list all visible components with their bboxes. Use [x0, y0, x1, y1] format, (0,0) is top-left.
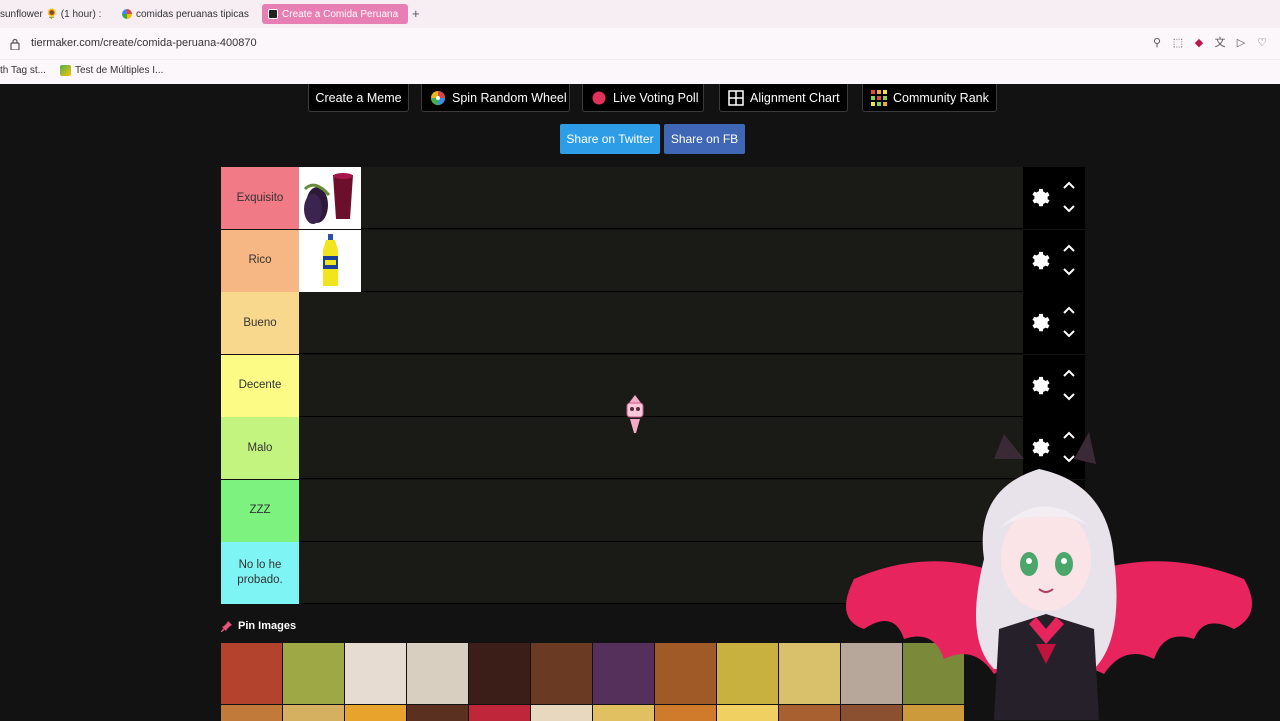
address-bar: tiermaker.com/create/comida-peruana-4008…	[0, 28, 1280, 60]
chevron-down-icon[interactable]	[1062, 392, 1076, 402]
pin-icon[interactable]	[221, 620, 233, 632]
tier-row: Decente	[221, 354, 1085, 417]
tab-label: Create a Comida Peruana	[282, 8, 399, 20]
button-label: Create a Meme	[315, 90, 402, 105]
pool-food-image[interactable]	[345, 643, 406, 704]
tier-drop-zone[interactable]	[299, 229, 1023, 292]
tab-label: sunflower 🌻 (1 hour) :	[0, 8, 102, 20]
browser-tab[interactable]: comidas peruanas tipicas	[116, 4, 256, 24]
translate-icon[interactable]: 文	[1214, 37, 1226, 49]
pocket-icon[interactable]: ◆	[1193, 37, 1205, 49]
tier-drop-zone[interactable]	[299, 355, 1023, 417]
chevron-down-icon[interactable]	[1062, 267, 1076, 277]
chevron-up-icon[interactable]	[1062, 368, 1076, 378]
heart-icon[interactable]: ♡	[1256, 37, 1268, 49]
chevron-up-icon[interactable]	[1062, 305, 1076, 315]
browser-tab[interactable]: sunflower 🌻 (1 hour) :	[0, 4, 106, 24]
bookmark-label: th Tag st...	[0, 65, 46, 76]
tier-label[interactable]: Malo	[221, 417, 299, 479]
tier-controls	[1023, 292, 1085, 354]
pin-images-header: Pin Images	[221, 620, 296, 632]
tier-controls	[1023, 229, 1085, 292]
voting-poll-button[interactable]: Live Voting Poll	[582, 84, 704, 112]
bookmark-label: Test de Múltiples I...	[75, 65, 164, 76]
chevron-down-icon[interactable]	[1062, 204, 1076, 214]
poll-dot-icon	[592, 91, 606, 104]
pool-food-image[interactable]	[717, 705, 778, 721]
pool-food-image[interactable]	[407, 643, 468, 704]
tier-drop-zone[interactable]	[299, 292, 1023, 354]
tab-label: comidas peruanas tipicas	[136, 8, 249, 20]
pool-food-image[interactable]	[407, 705, 468, 721]
button-label: Spin Random Wheel	[452, 90, 567, 105]
tier-label[interactable]: No lo he probado.	[221, 542, 299, 604]
create-meme-button[interactable]: Create a Meme	[308, 84, 409, 112]
play-icon[interactable]: ▷	[1235, 37, 1247, 49]
browser-tab-active[interactable]: Create a Comida Peruana	[262, 4, 408, 24]
button-label: Alignment Chart	[750, 90, 840, 105]
pool-food-image[interactable]	[283, 643, 344, 704]
new-tab-button[interactable]: +	[412, 6, 420, 21]
alignment-chart-button[interactable]: Alignment Chart	[719, 84, 848, 112]
pool-food-image[interactable]	[655, 705, 716, 721]
pool-food-image[interactable]	[221, 643, 282, 704]
bookmark-item[interactable]: th Tag st...	[0, 65, 46, 76]
bookmark-item[interactable]: Test de Múltiples I...	[60, 65, 163, 76]
pool-food-image[interactable]	[593, 643, 654, 704]
spin-wheel-button[interactable]: Spin Random Wheel	[421, 84, 570, 112]
mouse-cursor-sprite	[626, 395, 644, 433]
button-label: Live Voting Poll	[613, 90, 699, 105]
share-twitter-button[interactable]: Share on Twitter	[560, 124, 660, 154]
pool-food-image[interactable]	[593, 705, 654, 721]
rank-grid-icon	[871, 89, 887, 106]
share-facebook-button[interactable]: Share on FB	[664, 124, 745, 154]
community-rank-button[interactable]: Community Rank	[862, 84, 997, 112]
tier-controls	[1023, 354, 1085, 417]
chicha-morada-image[interactable]	[299, 167, 361, 229]
tier-row: Exquisito	[221, 167, 1085, 229]
bookmarks-bar: th Tag st... Test de Múltiples I...	[0, 60, 1280, 84]
tier-controls	[1023, 167, 1085, 229]
pool-food-image[interactable]	[531, 643, 592, 704]
pool-food-image[interactable]	[469, 705, 530, 721]
grid-icon	[728, 89, 744, 106]
tier-label[interactable]: Rico	[221, 229, 299, 292]
screenshot-icon[interactable]: ⬚	[1172, 37, 1184, 49]
tier-label[interactable]: Bueno	[221, 292, 299, 354]
pool-food-image[interactable]	[531, 705, 592, 721]
tiermaker-icon	[268, 9, 278, 19]
gear-icon[interactable]	[1028, 250, 1050, 272]
gear-icon[interactable]	[1028, 375, 1050, 397]
tier-label[interactable]: Exquisito	[221, 167, 299, 229]
pool-food-image[interactable]	[283, 705, 344, 721]
bookmark-favicon	[60, 65, 71, 76]
chevron-down-icon[interactable]	[1062, 329, 1076, 339]
button-label: Community Rank	[893, 90, 989, 105]
vtuber-avatar	[846, 432, 1252, 720]
pool-food-image[interactable]	[717, 643, 778, 704]
pin-tab-icon[interactable]: ⚲	[1151, 37, 1163, 49]
gear-icon[interactable]	[1028, 187, 1050, 209]
wheel-icon	[431, 90, 445, 105]
google-icon	[122, 9, 132, 19]
pool-food-image[interactable]	[469, 643, 530, 704]
pool-food-image[interactable]	[345, 705, 406, 721]
tier-label[interactable]: Decente	[221, 354, 299, 417]
lock-icon[interactable]	[10, 38, 20, 50]
gear-icon[interactable]	[1028, 312, 1050, 334]
url-text[interactable]: tiermaker.com/create/comida-peruana-4008…	[31, 37, 257, 49]
chevron-up-icon[interactable]	[1062, 180, 1076, 190]
pool-food-image[interactable]	[655, 643, 716, 704]
tier-drop-zone[interactable]	[299, 167, 1023, 229]
inca-kola-bottle-image[interactable]	[299, 229, 361, 292]
chevron-up-icon[interactable]	[1062, 243, 1076, 253]
tier-row: Rico	[221, 229, 1085, 292]
tier-label[interactable]: ZZZ	[221, 479, 299, 542]
pin-images-label: Pin Images	[238, 620, 297, 632]
tiermaker-page: Create a Meme Spin Random Wheel Live Vot…	[0, 84, 1280, 721]
tier-row: Bueno	[221, 292, 1085, 354]
pool-food-image[interactable]	[221, 705, 282, 721]
browser-tab-bar: sunflower 🌻 (1 hour) : comidas peruanas …	[0, 0, 1280, 28]
